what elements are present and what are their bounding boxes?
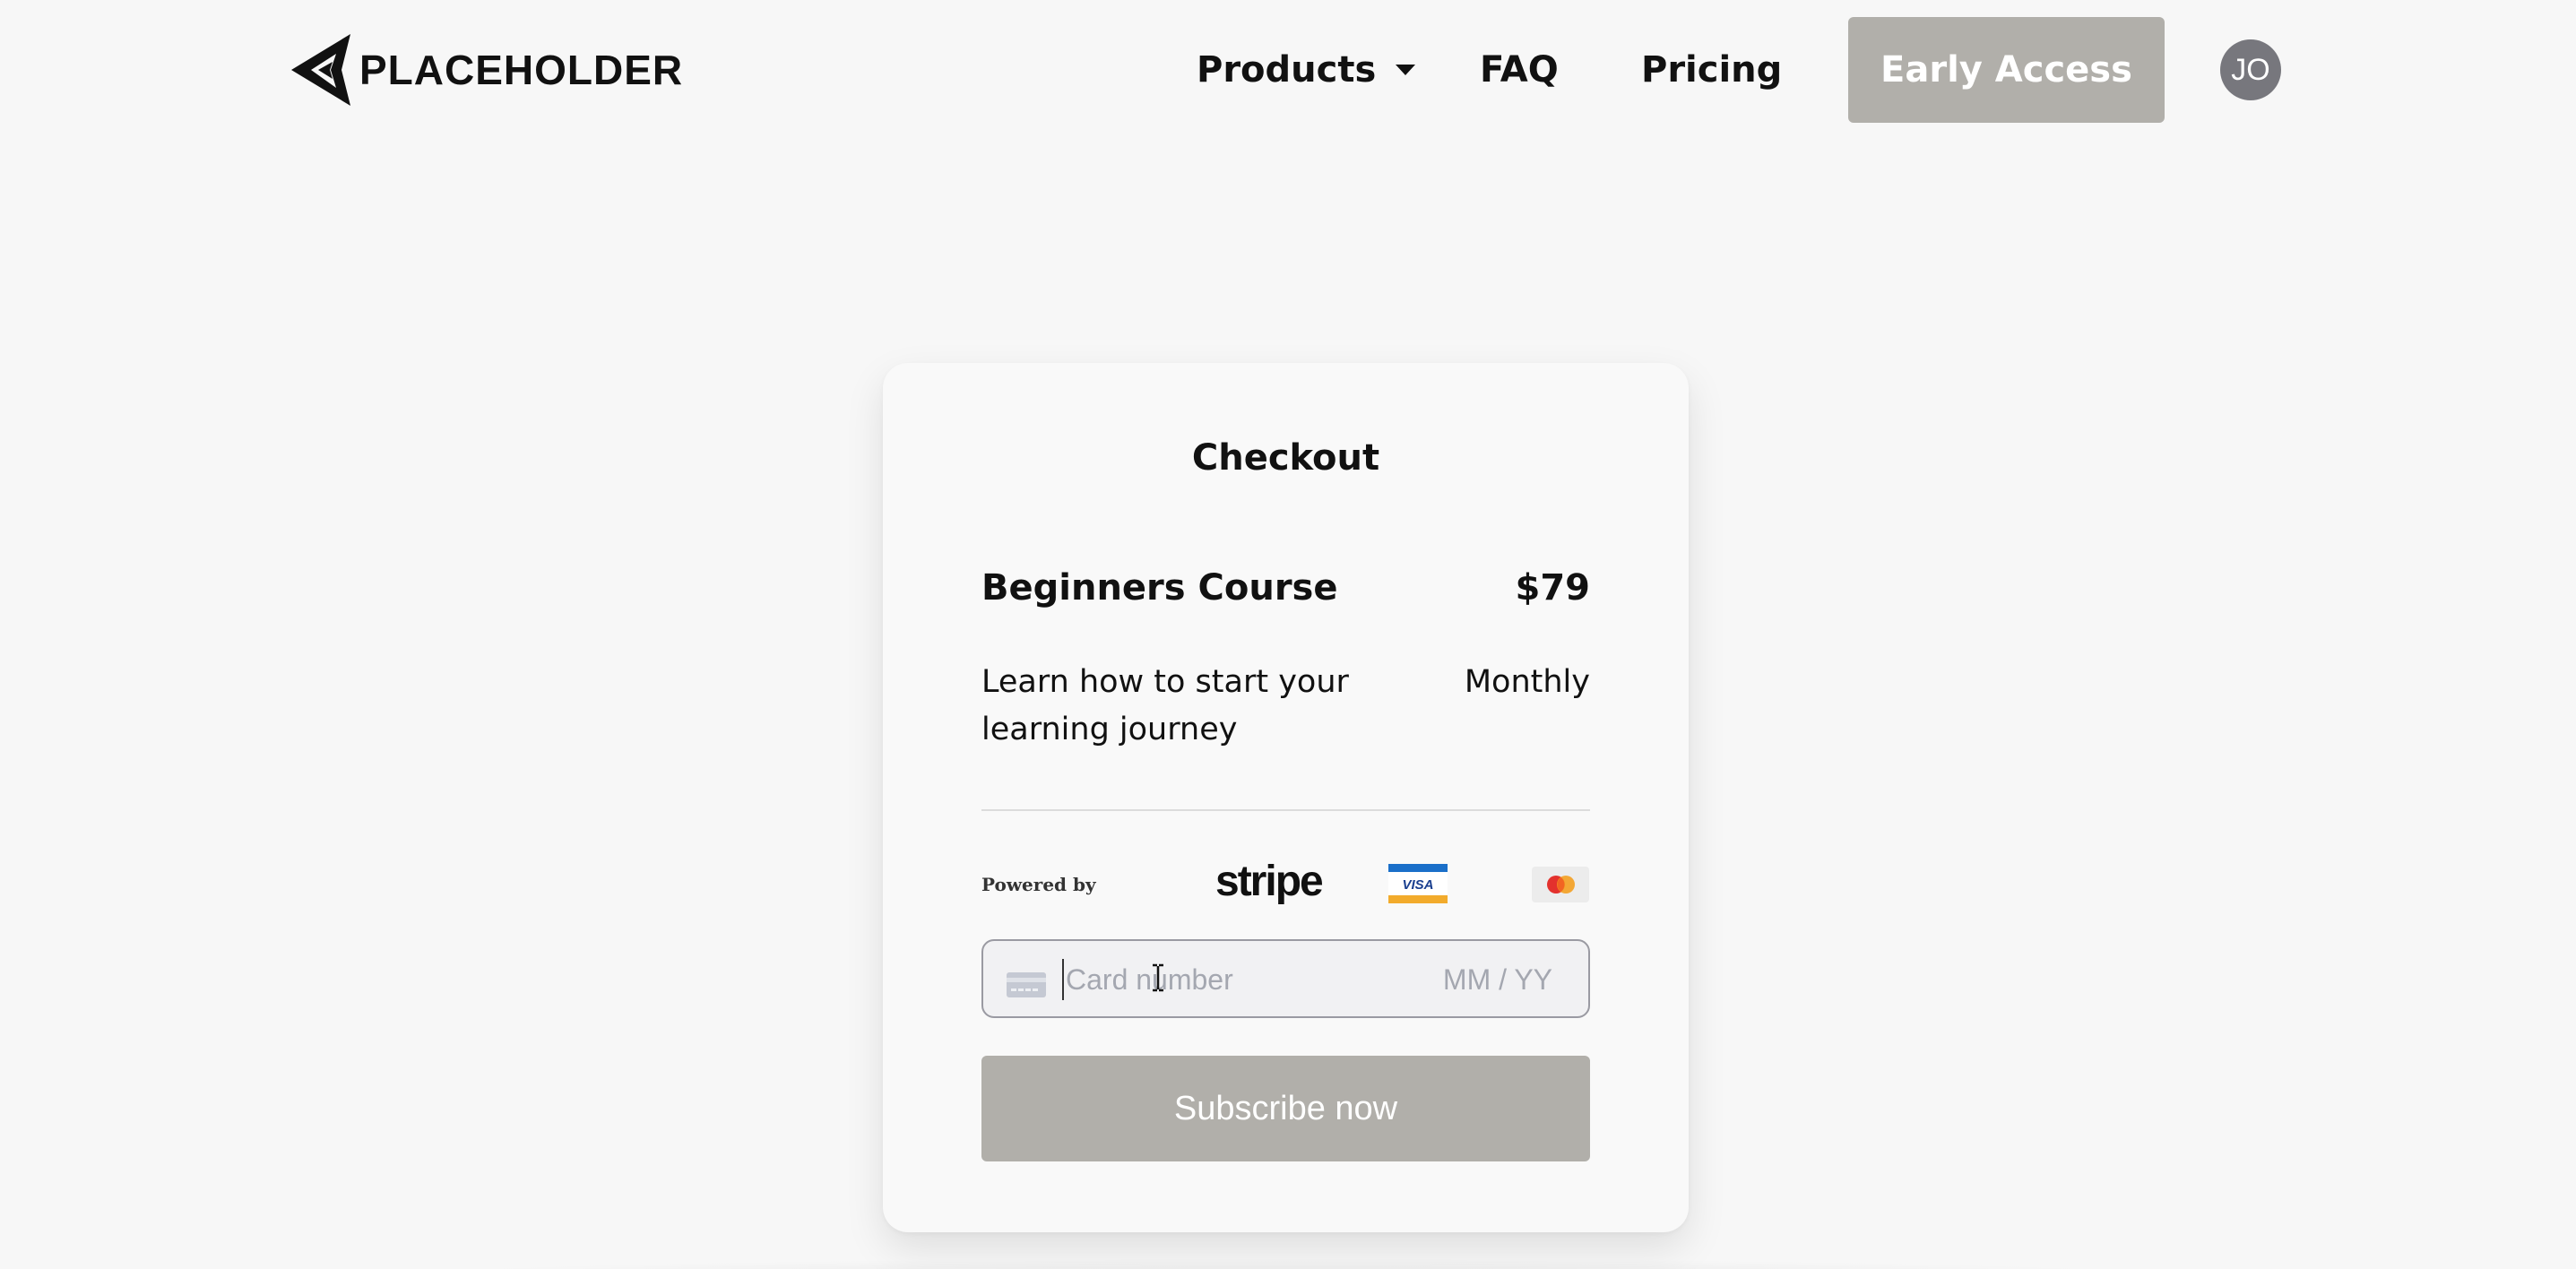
expiry-input[interactable]: [1427, 959, 1552, 1000]
checkout-card: Checkout Beginners Course $79 Learn how …: [883, 363, 1689, 1232]
visa-icon: VISA: [1388, 864, 1448, 903]
avatar[interactable]: JO: [2220, 39, 2281, 100]
logo-text: PLACEHOLDER: [359, 47, 684, 93]
chevron-down-icon: [1396, 65, 1416, 75]
logo-icon: [291, 34, 350, 106]
visa-text: VISA: [1402, 877, 1433, 893]
billing-period: Monthly: [1464, 664, 1590, 700]
early-access-button[interactable]: Early Access: [1848, 17, 2165, 123]
nav-products-label: Products: [1197, 49, 1377, 91]
nav-products[interactable]: Products: [1197, 45, 1416, 95]
subscribe-button[interactable]: Subscribe now: [981, 1056, 1590, 1161]
product-description: Learn how to start your learning journey: [981, 664, 1349, 747]
product-price: $79: [1515, 567, 1591, 609]
page-bottom-shadow: [376, 1258, 2196, 1269]
brand-logo[interactable]: PLACEHOLDER: [290, 32, 683, 108]
card-details-field[interactable]: [981, 939, 1590, 1018]
powered-by-label: Powered by: [981, 874, 1096, 895]
checkout-title: Checkout: [1191, 437, 1380, 479]
credit-card-icon: [1007, 972, 1046, 997]
divider: [981, 809, 1590, 811]
card-number-input[interactable]: [1062, 959, 1403, 1000]
mastercard-icon: [1532, 867, 1589, 902]
site-header: PLACEHOLDER Products FAQ Pricing Early A…: [0, 0, 2576, 139]
nav-pricing[interactable]: Pricing: [1641, 45, 1782, 95]
stripe-logo: stripe: [1215, 858, 1324, 905]
page: PLACEHOLDER Products FAQ Pricing Early A…: [0, 0, 2576, 1269]
product-name: Beginners Course: [981, 567, 1338, 609]
nav-faq[interactable]: FAQ: [1480, 45, 1559, 95]
